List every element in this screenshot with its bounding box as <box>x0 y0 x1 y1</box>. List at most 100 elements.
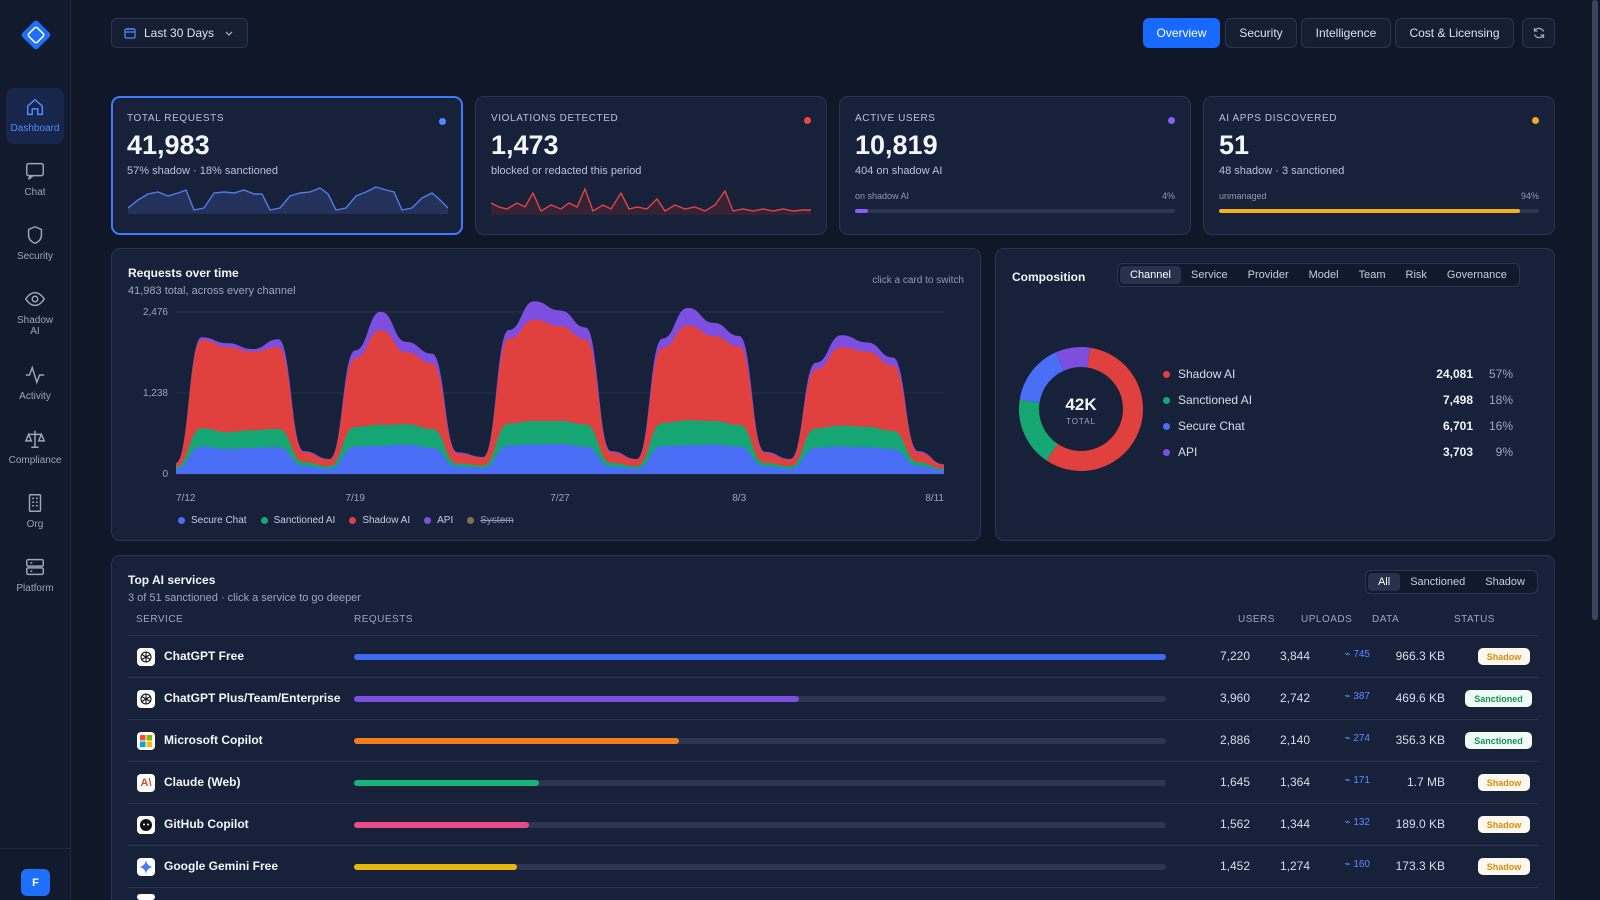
date-range-picker[interactable]: Last 30 Days <box>111 18 248 48</box>
column-header-requests[interactable]: REQUESTS <box>354 614 413 625</box>
table-row[interactable]: Microsoft Copilot 2,886 2,140 ⌁ 274 356.… <box>128 719 1538 761</box>
column-header-data[interactable]: DATA <box>1372 614 1399 625</box>
composition-row[interactable]: Shadow AI 24,081 57% <box>1163 361 1533 387</box>
legend-swatch <box>349 517 357 524</box>
refresh-button[interactable] <box>1522 18 1555 48</box>
data-value: 173.3 KB <box>1395 859 1445 873</box>
tab-cost-licensing[interactable]: Cost & Licensing <box>1395 18 1514 48</box>
legend-label: Secure Chat <box>191 515 247 526</box>
eye-icon <box>24 291 46 307</box>
tab-intelligence[interactable]: Intelligence <box>1301 18 1391 48</box>
activity-icon <box>25 365 45 385</box>
composition-row[interactable]: Sanctioned AI 7,498 18% <box>1163 387 1533 413</box>
avatar[interactable]: F <box>21 869 50 896</box>
data-value: 469.6 KB <box>1395 691 1445 705</box>
request-bar-fill <box>354 696 799 702</box>
table-row[interactable]: GitHub Copilot 1,562 1,344 ⌁ 132 189.0 K… <box>128 803 1538 845</box>
table-row[interactable]: ChatGPT Plus/Team/Enterprise 3,960 2,742… <box>128 677 1538 719</box>
shield-icon <box>27 225 43 245</box>
tab-channel[interactable]: Channel <box>1120 266 1181 284</box>
sidebar-item-security[interactable]: Security <box>6 216 64 272</box>
legend-swatch <box>1163 370 1170 378</box>
requests-value: 1,562 <box>1219 817 1250 831</box>
sidebar-item-label: Dashboard <box>10 123 60 134</box>
kpi-card-total-requests[interactable]: TOTAL REQUESTS 41,983 57% shadow · 18% s… <box>111 96 463 235</box>
column-header-uploads[interactable]: UPLOADS <box>1301 614 1352 625</box>
sidebar-item-chat[interactable]: Chat <box>6 152 64 208</box>
legend-label: API <box>437 515 454 526</box>
composition-name: Shadow AI <box>1178 367 1236 381</box>
uploads-count: 274 <box>1353 733 1370 744</box>
table-row[interactable]: A\ Claude (Web) 1,645 1,364 ⌁ 171 1.7 MB… <box>128 761 1538 803</box>
paperclip-icon: ⌁ <box>1344 817 1354 828</box>
kpi-dot <box>804 117 811 124</box>
filter-sanctioned[interactable]: Sanctioned <box>1400 573 1475 591</box>
donut-slice-secure-chat[interactable] <box>1019 352 1065 404</box>
legend-item-api[interactable]: API <box>424 515 453 526</box>
tab-team[interactable]: Team <box>1349 266 1396 284</box>
legend-item-system[interactable]: System <box>467 515 514 526</box>
legend-swatch <box>178 517 185 524</box>
filter-all[interactable]: All <box>1367 573 1401 591</box>
paperclip-icon: ⌁ <box>1344 775 1354 786</box>
x-tick-label: 7/12 <box>176 493 196 504</box>
composition-row[interactable]: API 3,703 9% <box>1163 439 1533 465</box>
scrollbar[interactable] <box>1592 0 1598 620</box>
kpi-value: 51 <box>1219 130 1250 160</box>
sidebar-item-shadow-ai[interactable]: Shadow AI <box>6 280 64 342</box>
column-header-service[interactable]: SERVICE <box>136 614 183 625</box>
kpi-bar-percent: 4% <box>1161 191 1175 201</box>
kpi-subtext: blocked or redacted this period <box>491 165 642 177</box>
uploads-count: 132 <box>1353 817 1370 828</box>
filter-shadow[interactable]: Shadow <box>1475 573 1535 591</box>
sidebar-item-compliance[interactable]: Compliance <box>6 420 64 476</box>
openai-icon <box>137 690 155 708</box>
request-bar-track <box>354 864 1166 870</box>
sidebar-item-label: Security <box>16 251 54 262</box>
tab-governance[interactable]: Governance <box>1437 266 1517 284</box>
legend-label: System <box>480 515 514 526</box>
kpi-card-violations[interactable]: VIOLATIONS DETECTED 1,473 blocked or red… <box>475 96 827 235</box>
sidebar-item-org[interactable]: Org <box>6 484 64 540</box>
donut-slice-sanctioned-ai[interactable] <box>1019 399 1059 461</box>
column-header-status[interactable]: STATUS <box>1454 614 1495 625</box>
sidebar-item-platform[interactable]: Platform <box>6 548 64 604</box>
requests-value: 2,886 <box>1219 733 1250 747</box>
openai-icon <box>137 648 155 666</box>
kpi-dot <box>1532 117 1539 124</box>
column-header-users[interactable]: USERS <box>1238 614 1275 625</box>
kpi-subtext: 48 shadow · 3 sanctioned <box>1219 165 1345 177</box>
service-icon <box>137 894 155 900</box>
table-row[interactable] <box>128 887 1538 900</box>
legend-item-secure-chat[interactable]: Secure Chat <box>178 515 247 526</box>
x-tick-label: 7/27 <box>550 493 570 504</box>
legend-item-sanctioned-ai[interactable]: Sanctioned AI <box>260 515 335 526</box>
table-row[interactable]: Google Gemini Free 1,452 1,274 ⌁ 160 173… <box>128 845 1538 887</box>
requests-value: 1,645 <box>1219 775 1250 789</box>
data-value: 189.0 KB <box>1395 817 1445 831</box>
composition-name: Secure Chat <box>1178 419 1245 433</box>
data-value: 1.7 MB <box>1406 775 1445 789</box>
tab-overview[interactable]: Overview <box>1143 18 1220 48</box>
kpi-bar-label: unmanaged <box>1219 191 1267 201</box>
status-badge: Shadow <box>1478 816 1530 833</box>
composition-row[interactable]: Secure Chat 6,701 16% <box>1163 413 1533 439</box>
kpi-card-active-users[interactable]: ACTIVE USERS 10,819 404 on shadow AI on … <box>839 96 1191 235</box>
kpi-progress-fill <box>855 209 868 213</box>
table-row[interactable]: ChatGPT Free 7,220 3,844 ⌁ 745 966.3 KB … <box>128 635 1538 677</box>
tab-security[interactable]: Security <box>1225 18 1297 48</box>
tab-service[interactable]: Service <box>1181 266 1238 284</box>
tab-model[interactable]: Model <box>1299 266 1349 284</box>
kpi-progress-fill <box>1219 209 1520 213</box>
paperclip-icon: ⌁ <box>1344 733 1354 744</box>
tab-provider[interactable]: Provider <box>1238 266 1299 284</box>
legend-item-shadow-ai[interactable]: Shadow AI <box>349 515 410 526</box>
kpi-card-ai-apps[interactable]: AI APPS DISCOVERED 51 48 shadow · 3 sanc… <box>1203 96 1555 235</box>
tab-risk[interactable]: Risk <box>1396 266 1437 284</box>
y-tick-label: 2,476 <box>143 307 168 318</box>
kpi-value: 10,819 <box>855 130 938 160</box>
app-logo[interactable] <box>19 18 53 52</box>
sidebar-item-dashboard[interactable]: Dashboard <box>6 88 64 144</box>
sidebar-item-activity[interactable]: Activity <box>6 356 64 412</box>
donut-slice-api[interactable] <box>1055 347 1091 371</box>
